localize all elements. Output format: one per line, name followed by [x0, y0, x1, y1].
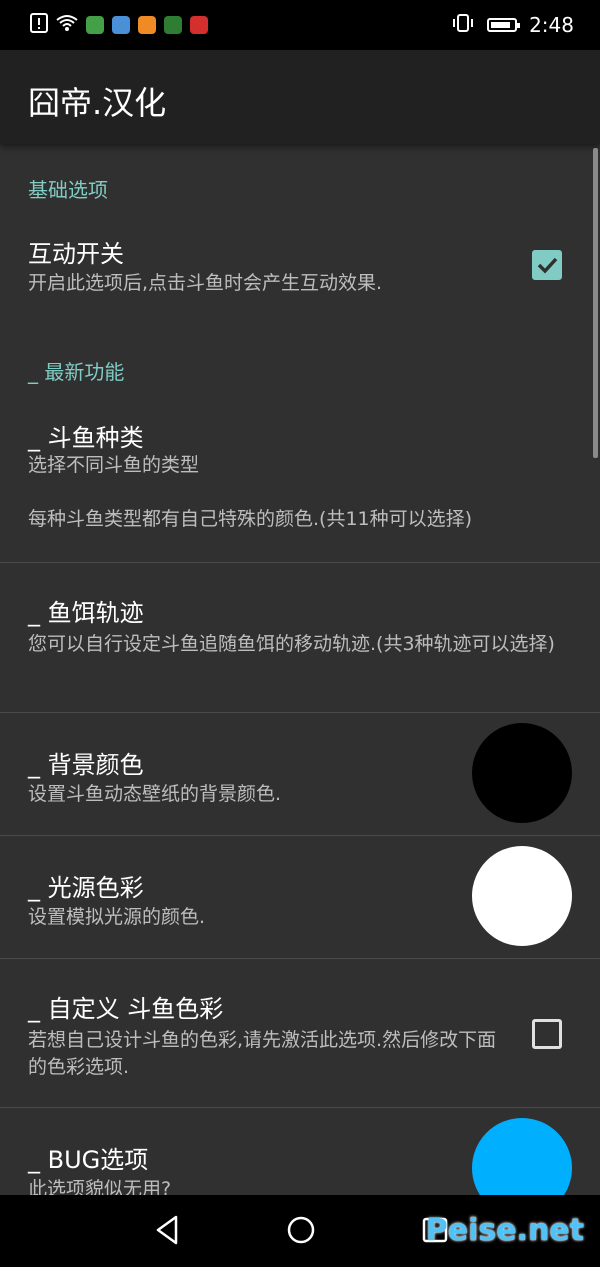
bg-color-swatch[interactable] — [472, 723, 572, 823]
pref-light-color-summary: 设置模拟光源的颜色. — [28, 906, 206, 928]
leaf-app-icon — [86, 16, 104, 34]
status-icons-left — [30, 12, 208, 38]
pref-light-color[interactable]: _ 光源色彩 设置模拟光源的颜色. — [0, 836, 600, 958]
category-newest: _ 最新功能 — [28, 360, 125, 384]
scrollbar[interactable] — [593, 148, 598, 458]
pref-fish-type[interactable]: _ 斗鱼种类 选择不同斗鱼的类型 每种斗鱼类型都有自己特殊的颜色.(共11种可以… — [0, 406, 600, 562]
vibrate-icon — [451, 13, 475, 38]
pref-custom-color[interactable]: _ 自定义 斗鱼色彩 若想自己设计斗鱼的色彩,请先激活此选项.然后修改下面的色彩… — [0, 959, 600, 1107]
pref-bait-path-summary: 您可以自行设定斗鱼追随鱼饵的移动轨迹.(共3种轨迹可以选择) — [28, 633, 555, 655]
orange-app-icon — [138, 16, 156, 34]
back-icon[interactable] — [152, 1213, 182, 1251]
blue-app-icon — [112, 16, 130, 34]
pref-fish-type-detail: 每种斗鱼类型都有自己特殊的颜色.(共11种可以选择) — [28, 508, 473, 530]
wifi-icon — [56, 14, 78, 36]
battery-level — [491, 22, 511, 28]
category-basic: 基础选项 — [28, 178, 108, 202]
pref-bait-path[interactable]: _ 鱼饵轨迹 您可以自行设定斗鱼追随鱼饵的移动轨迹.(共3种轨迹可以选择) — [0, 563, 600, 712]
pref-custom-color-title: _ 自定义 斗鱼色彩 — [28, 995, 224, 1023]
home-icon[interactable] — [284, 1213, 318, 1251]
navigation-bar: Peise.net — [0, 1195, 600, 1267]
status-icons-right: 2:48 — [451, 12, 574, 38]
pref-fish-type-title: _ 斗鱼种类 — [28, 424, 144, 452]
light-color-swatch[interactable] — [472, 846, 572, 946]
pref-bug-title: _ BUG选项 — [28, 1146, 149, 1174]
pref-bg-color-title: _ 背景颜色 — [28, 751, 144, 779]
pref-fish-type-summary: 选择不同斗鱼的类型 — [28, 454, 200, 476]
status-bar: 2:48 — [0, 0, 600, 50]
custom-color-checkbox[interactable] — [532, 1019, 562, 1049]
pref-bg-color-summary: 设置斗鱼动态壁纸的背景颜色. — [28, 783, 282, 805]
alert-icon — [30, 13, 48, 37]
pref-bg-color[interactable]: _ 背景颜色 设置斗鱼动态壁纸的背景颜色. — [0, 713, 600, 835]
preference-list[interactable]: 基础选项 互动开关 开启此选项后,点击斗鱼时会产生互动效果. _ 最新功能 _ … — [0, 144, 600, 1195]
interaction-checkbox[interactable] — [532, 250, 562, 280]
pref-light-color-title: _ 光源色彩 — [28, 874, 144, 902]
pref-bait-path-title: _ 鱼饵轨迹 — [28, 599, 144, 627]
pref-custom-color-summary: 若想自己设计斗鱼的色彩,请先激活此选项.然后修改下面的色彩选项. — [28, 1029, 497, 1078]
watermark: Peise.net — [425, 1213, 584, 1248]
bug-color-swatch[interactable] — [472, 1118, 572, 1195]
clock: 2:48 — [529, 13, 574, 37]
red-app-icon — [190, 16, 208, 34]
pref-interaction-title: 互动开关 — [28, 240, 124, 268]
pref-bug-summary: 此选项貌似无用? — [28, 1178, 172, 1195]
pref-interaction[interactable]: 互动开关 开启此选项后,点击斗鱼时会产生互动效果. — [0, 218, 600, 318]
page-title: 囧帝.汉化 — [28, 84, 167, 122]
play-app-icon — [164, 16, 182, 34]
pref-bug[interactable]: _ BUG选项 此选项貌似无用? — [0, 1108, 600, 1195]
check-icon — [537, 257, 558, 274]
pref-interaction-summary: 开启此选项后,点击斗鱼时会产生互动效果. — [28, 272, 383, 294]
battery-icon — [487, 18, 521, 32]
app-bar: 囧帝.汉化 — [0, 50, 600, 144]
